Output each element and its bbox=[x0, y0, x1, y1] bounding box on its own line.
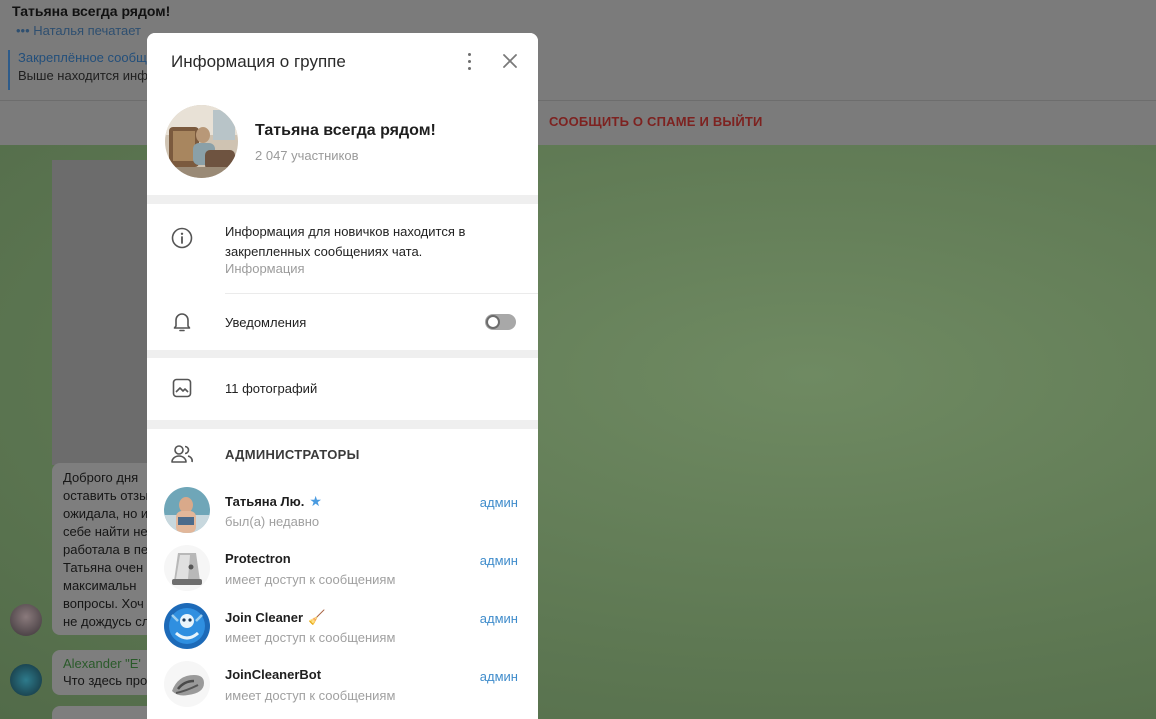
shared-media-section[interactable]: 11 фотографий bbox=[147, 358, 538, 420]
group-description[interactable]: Информация для новичков находится в закр… bbox=[225, 222, 515, 262]
group-info-dialog: Информация о группе Татьяна всегда рядом… bbox=[147, 33, 538, 719]
chat-title[interactable]: Татьяна всегда рядом! bbox=[12, 3, 170, 19]
admin-name-text: Protectron bbox=[225, 551, 291, 566]
admin-role: админ bbox=[479, 495, 518, 510]
message-line: оставить отзы bbox=[63, 488, 147, 503]
typing-indicator: ••• Наталья печатает bbox=[16, 23, 141, 38]
group-info-section: Информация для новичков находится в закр… bbox=[147, 204, 538, 350]
notifications-label: Уведомления bbox=[225, 315, 307, 330]
group-description-label: Информация bbox=[225, 261, 305, 276]
message-line: Доброго дня bbox=[63, 470, 139, 485]
message-bubble[interactable]: Доброго дня оставить отзы ожидала, но и … bbox=[52, 463, 147, 635]
bell-icon bbox=[172, 311, 192, 333]
member-count[interactable]: 2 047 участников bbox=[255, 148, 359, 163]
divider bbox=[225, 293, 538, 294]
admin-name: Protectron bbox=[225, 551, 296, 566]
pinned-message-title: Закреплённое сообщ bbox=[18, 50, 147, 65]
avatar bbox=[164, 545, 210, 591]
admin-name: Татьяна Лю. ★ bbox=[225, 493, 322, 510]
media-message bbox=[52, 160, 147, 465]
message-line: ожидала, но и bbox=[63, 506, 147, 521]
toggle-knob bbox=[486, 315, 500, 329]
message-line: вопросы. Хоч bbox=[63, 596, 144, 611]
group-name: Татьяна всегда рядом! bbox=[255, 122, 436, 139]
people-icon bbox=[170, 444, 194, 464]
admin-status: имеет доступ к сообщениям bbox=[225, 630, 396, 645]
admin-name-text: JoinCleanerBot bbox=[225, 667, 322, 682]
message-line: работала в пе bbox=[63, 542, 147, 557]
admins-heading: АДМИНИСТРАТОРЫ bbox=[225, 447, 360, 462]
close-icon[interactable] bbox=[500, 51, 520, 71]
message-sender: Alexander "E' bbox=[63, 656, 141, 671]
message-line: не дождусь сл bbox=[63, 614, 147, 629]
avatar bbox=[164, 661, 210, 707]
admin-status: имеет доступ к сообщениям bbox=[225, 688, 396, 703]
avatar bbox=[164, 603, 210, 649]
message-bubble[interactable]: Alexander "E' Что здесь про bbox=[52, 650, 147, 695]
group-info-header: Информация о группе Татьяна всегда рядом… bbox=[147, 33, 538, 195]
more-vertical-icon[interactable] bbox=[463, 50, 475, 72]
info-icon bbox=[171, 227, 193, 249]
message-bubble bbox=[52, 706, 147, 719]
admin-name-text: Татьяна Лю. bbox=[225, 494, 305, 509]
pinned-message-text: Выше находится инф bbox=[18, 68, 148, 83]
broom-icon: 🧹 bbox=[308, 609, 326, 625]
photo-icon bbox=[172, 378, 192, 398]
star-icon: ★ bbox=[309, 493, 322, 509]
notifications-toggle[interactable] bbox=[485, 314, 516, 330]
admin-name: JoinCleanerBot bbox=[225, 667, 326, 682]
divider bbox=[147, 195, 538, 204]
group-avatar[interactable] bbox=[165, 105, 238, 178]
avatar bbox=[164, 487, 210, 533]
pinned-message[interactable]: Закреплённое сообщ Выше находится инф bbox=[8, 50, 148, 90]
admin-status: был(а) недавно bbox=[225, 514, 320, 529]
admin-role: админ bbox=[479, 669, 518, 684]
message-text: Что здесь про bbox=[63, 673, 147, 688]
report-spam-button[interactable]: СООБЩИТЬ О СПАМЕ И ВЫЙТИ bbox=[549, 114, 763, 129]
admin-list-item[interactable]: Join Cleaner 🧹 имеет доступ к сообщениям … bbox=[147, 603, 538, 659]
admin-list-item[interactable]: Protectron имеет доступ к сообщениям адм… bbox=[147, 545, 538, 601]
admin-list-item[interactable]: Татьяна Лю. ★ был(а) недавно админ bbox=[147, 487, 538, 543]
divider bbox=[147, 420, 538, 429]
avatar[interactable] bbox=[10, 664, 42, 696]
admin-role: админ bbox=[479, 553, 518, 568]
admin-list-item[interactable]: JoinCleanerBot имеет доступ к сообщениям… bbox=[147, 661, 538, 717]
dialog-title: Информация о группе bbox=[171, 52, 346, 71]
admin-name-text: Join Cleaner bbox=[225, 610, 304, 625]
admins-section: АДМИНИСТРАТОРЫ Татьяна Лю. ★ был(а) недав… bbox=[147, 429, 538, 719]
admin-name: Join Cleaner 🧹 bbox=[225, 609, 325, 626]
admin-status: имеет доступ к сообщениям bbox=[225, 572, 396, 587]
photos-count-link[interactable]: 11 фотографий bbox=[225, 381, 317, 396]
message-line: Татьяна очен bbox=[63, 560, 144, 575]
message-line: максимальн bbox=[63, 578, 137, 593]
avatar[interactable] bbox=[10, 604, 42, 636]
admin-role: админ bbox=[479, 611, 518, 626]
message-line: себе найти не bbox=[63, 524, 147, 539]
